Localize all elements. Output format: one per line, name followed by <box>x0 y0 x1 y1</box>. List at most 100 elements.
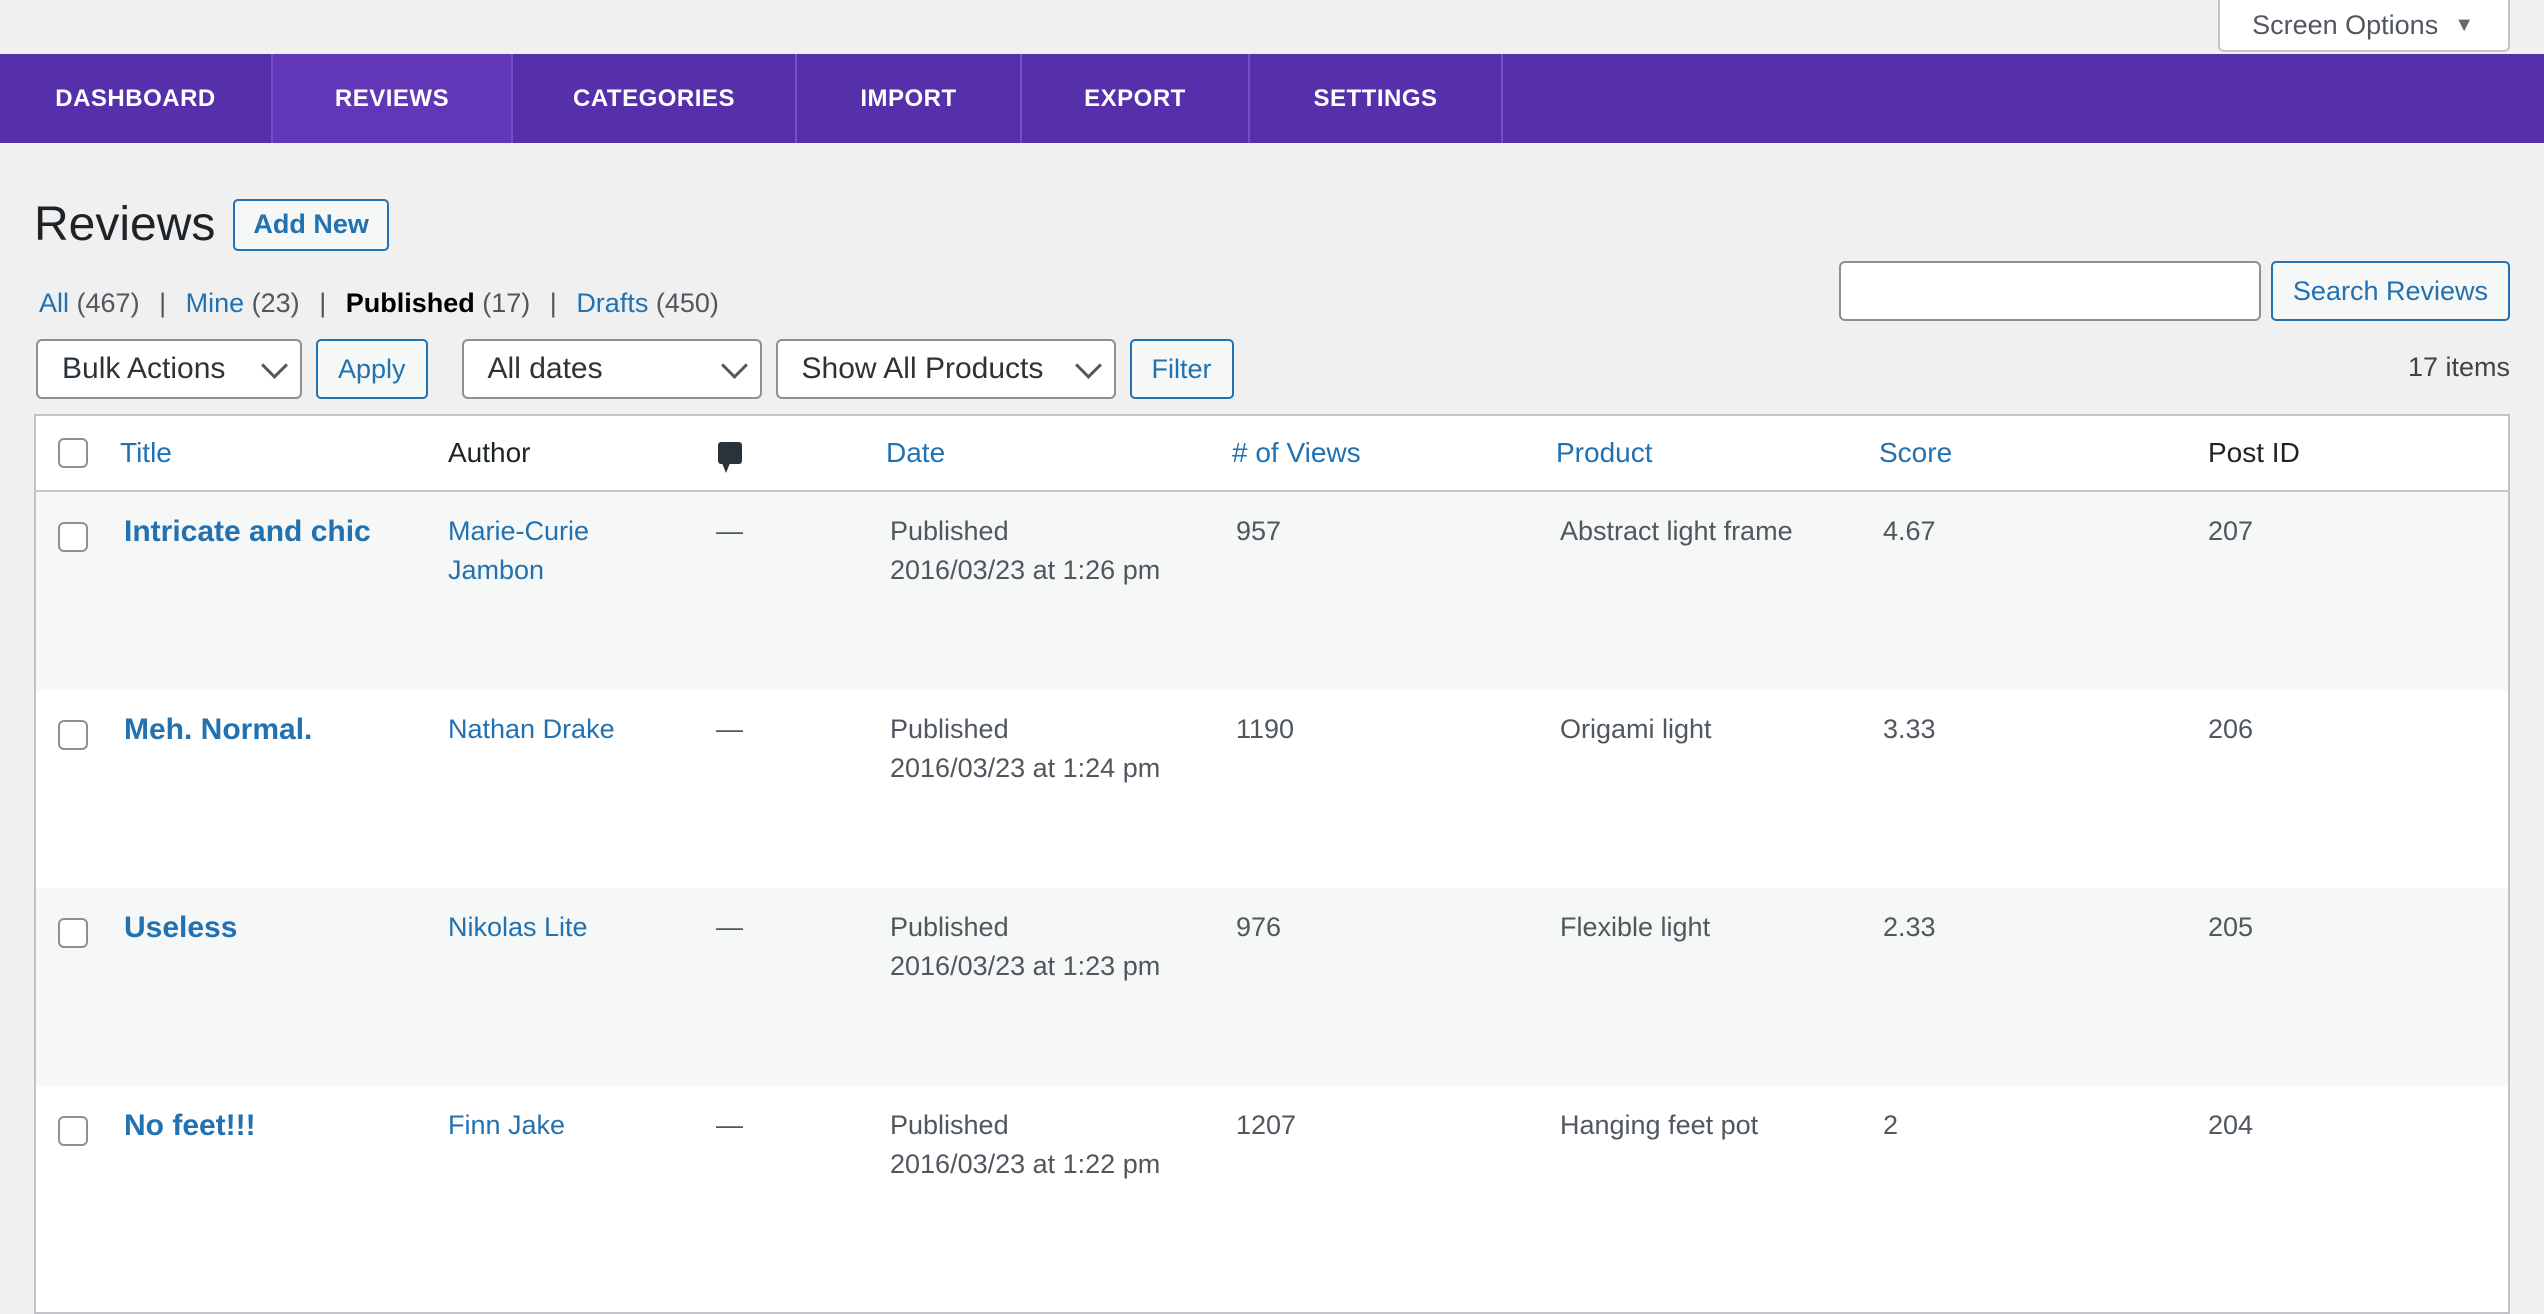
products-select[interactable]: Show All Products <box>775 339 1116 399</box>
row-score-cell: 3.33 <box>1883 714 1936 744</box>
row-product-cell: Origami light <box>1560 714 1712 744</box>
row-comments-cell: — <box>716 1110 743 1140</box>
page-title: Reviews <box>34 198 216 251</box>
column-post-id: Post ID <box>2208 437 2300 468</box>
filter-drafts-link[interactable]: Drafts <box>576 288 648 318</box>
tab-reviews[interactable]: REVIEWS <box>273 54 513 143</box>
row-title-cell: No feet!!! <box>124 1106 434 1146</box>
review-title-link[interactable]: Meh. Normal. <box>124 713 312 746</box>
tab-categories[interactable]: CATEGORIES <box>513 54 797 143</box>
row-comments-cell: — <box>716 516 743 546</box>
row-views-cell: 976 <box>1236 912 1282 942</box>
table-row: Intricate and chic Marie-Curie Jambon — Pub… <box>36 492 2508 690</box>
row-post-id-cell: 204 <box>2208 1110 2254 1140</box>
status-filters: All (467) | Mine (23) | Published (17) |… <box>39 288 719 319</box>
filter-all-link[interactable]: All <box>39 288 69 318</box>
author-link[interactable]: Nathan Drake <box>448 714 615 744</box>
bulk-actions-select[interactable]: Bulk Actions <box>36 339 302 399</box>
search-reviews-button[interactable]: Search Reviews <box>2270 261 2510 321</box>
apply-button[interactable]: Apply <box>316 339 428 399</box>
select-all-checkbox[interactable] <box>58 438 88 468</box>
author-link[interactable]: Nikolas Lite <box>448 912 588 942</box>
review-title-link[interactable]: Useless <box>124 911 237 944</box>
row-checkbox[interactable] <box>58 1116 88 1146</box>
author-link[interactable]: Finn Jake <box>448 1110 565 1140</box>
screen-options-button[interactable]: Screen Options ▼ <box>2218 0 2510 52</box>
tab-dashboard[interactable]: DASHBOARD <box>0 54 273 143</box>
row-views-cell: 957 <box>1236 516 1282 546</box>
top-navigation: DASHBOARD REVIEWS CATEGORIES IMPORT EXPO… <box>0 54 2544 143</box>
filter-published-count: (17) <box>482 288 531 318</box>
row-title-cell: Useless <box>124 908 434 948</box>
row-product-cell: Abstract light frame <box>1560 516 1793 546</box>
row-comments-cell: — <box>716 912 743 942</box>
review-title-link[interactable]: No feet!!! <box>124 1109 256 1142</box>
reviews-table: Title Author Date # of Views Product Sco… <box>34 414 2510 1314</box>
tab-import[interactable]: IMPORT <box>797 54 1022 143</box>
column-product[interactable]: Product <box>1556 416 1653 490</box>
filter-published-link[interactable]: Published <box>346 288 475 318</box>
table-navigation: Bulk Actions Apply All dates Show All Pr… <box>36 339 1234 399</box>
add-new-button[interactable]: Add New <box>233 198 389 251</box>
chevron-down-icon <box>720 351 748 379</box>
row-date-cell: Published 2016/03/23 at 1:26 pm <box>890 512 1160 590</box>
row-post-id-cell: 205 <box>2208 912 2254 942</box>
row-post-id-cell: 206 <box>2208 714 2254 744</box>
row-checkbox[interactable] <box>58 918 88 948</box>
filter-drafts-count: (450) <box>655 288 719 318</box>
post-date: 2016/03/23 at 1:22 pm <box>890 1149 1161 1179</box>
row-author-cell: Nathan Drake <box>448 710 648 749</box>
row-title-cell: Meh. Normal. <box>124 710 434 750</box>
filter-button[interactable]: Filter <box>1129 339 1234 399</box>
column-author: Author <box>448 437 531 468</box>
post-status: Published <box>890 1110 1009 1140</box>
row-views-cell: 1207 <box>1236 1110 1297 1140</box>
row-score-cell: 2 <box>1883 1110 1899 1140</box>
row-checkbox-cell <box>58 1116 88 1146</box>
column-score[interactable]: Score <box>1879 416 1952 490</box>
row-checkbox[interactable] <box>58 720 88 750</box>
tab-export[interactable]: EXPORT <box>1022 54 1250 143</box>
column-date[interactable]: Date <box>886 416 945 490</box>
bulk-actions-value: Bulk Actions <box>62 352 226 385</box>
row-product-cell: Flexible light <box>1560 912 1711 942</box>
row-post-id-cell: 207 <box>2208 516 2254 546</box>
dates-value: All dates <box>487 352 603 385</box>
tab-settings[interactable]: SETTINGS <box>1250 54 1503 143</box>
row-author-cell: Marie-Curie Jambon <box>448 512 648 590</box>
post-date: 2016/03/23 at 1:23 pm <box>890 951 1161 981</box>
triangle-down-icon: ▼ <box>2454 13 2474 36</box>
row-checkbox[interactable] <box>58 522 88 552</box>
column-title[interactable]: Title <box>120 416 172 490</box>
row-checkbox-cell <box>58 522 88 552</box>
chevron-down-icon <box>261 351 288 379</box>
row-title-cell: Intricate and chic <box>124 512 434 552</box>
post-status: Published <box>890 912 1009 942</box>
screen-options-label: Screen Options <box>2252 9 2439 40</box>
filter-mine-count: (23) <box>251 288 300 318</box>
column-comments[interactable] <box>718 416 742 490</box>
dates-select[interactable]: All dates <box>461 339 762 399</box>
row-score-cell: 2.33 <box>1883 912 1936 942</box>
table-body: Intricate and chic Marie-Curie Jambon — Pub… <box>36 492 2508 1284</box>
row-score-cell: 4.67 <box>1883 516 1936 546</box>
items-count: 17 items <box>2407 352 2510 382</box>
search-box: Search Reviews <box>1838 261 2510 321</box>
row-comments-cell: — <box>716 714 743 744</box>
post-status: Published <box>890 714 1009 744</box>
comment-icon <box>718 442 742 473</box>
search-input[interactable] <box>1838 261 2261 321</box>
post-status: Published <box>890 516 1009 546</box>
row-author-cell: Nikolas Lite <box>448 908 648 947</box>
row-views-cell: 1190 <box>1236 714 1295 744</box>
products-value: Show All Products <box>801 352 1044 385</box>
table-row: No feet!!! Finn Jake — Published 2016/03/23 … <box>36 1086 2508 1284</box>
chevron-down-icon <box>1074 351 1102 379</box>
row-product-cell: Hanging feet pot <box>1560 1110 1759 1140</box>
page-header: Reviews Add New <box>34 197 389 252</box>
review-title-link[interactable]: Intricate and chic <box>124 515 371 548</box>
filter-mine-link[interactable]: Mine <box>186 288 245 318</box>
author-link[interactable]: Marie-Curie Jambon <box>448 516 589 585</box>
column-views[interactable]: # of Views <box>1232 416 1361 490</box>
separator: | <box>319 288 327 318</box>
